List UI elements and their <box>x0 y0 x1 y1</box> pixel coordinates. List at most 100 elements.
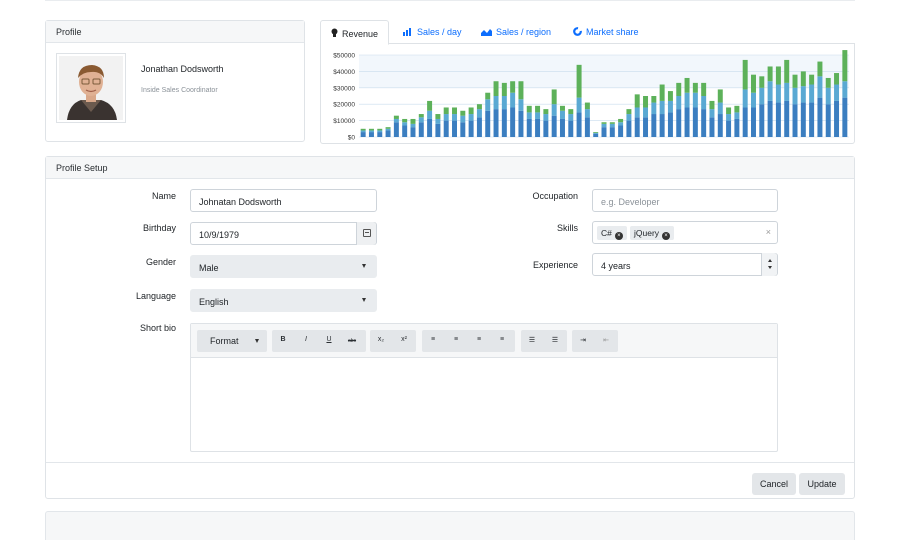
bar-segment[interactable] <box>775 84 781 103</box>
bar-segment[interactable] <box>584 102 590 110</box>
bar-segment[interactable] <box>526 105 532 113</box>
bar-segment[interactable] <box>485 110 491 137</box>
bar-segment[interactable] <box>825 104 831 137</box>
align-center-icon[interactable]: ≡ <box>445 330 467 352</box>
bar-segment[interactable] <box>609 122 615 124</box>
bar-segment[interactable] <box>676 109 682 137</box>
bar-segment[interactable] <box>518 110 524 137</box>
update-button[interactable]: Update <box>799 473 845 495</box>
bar-segment[interactable] <box>651 96 657 103</box>
bar-segment[interactable] <box>667 91 673 101</box>
bar-segment[interactable] <box>817 76 823 98</box>
bar-segment[interactable] <box>734 118 740 137</box>
bar-segment[interactable] <box>651 102 657 115</box>
bar-segment[interactable] <box>659 100 665 115</box>
bar-segment[interactable] <box>684 107 690 137</box>
bar-segment[interactable] <box>493 96 499 110</box>
bar-segment[interactable] <box>559 105 565 111</box>
bar-segment[interactable] <box>626 114 632 121</box>
bar-segment[interactable] <box>501 96 507 110</box>
bar-segment[interactable] <box>584 109 590 118</box>
bar-segment[interactable] <box>609 123 615 128</box>
bar-segment[interactable] <box>435 118 441 124</box>
format-dropdown[interactable]: Format <box>197 330 267 352</box>
bar-segment[interactable] <box>659 84 665 101</box>
numbered-list-icon[interactable]: ☰ <box>544 330 566 352</box>
bar-segment[interactable] <box>825 87 831 105</box>
bar-segment[interactable] <box>834 73 840 85</box>
bar-segment[interactable] <box>476 109 482 118</box>
bar-segment[interactable] <box>825 77 831 88</box>
tab-revenue[interactable]: Revenue <box>320 20 390 45</box>
bar-segment[interactable] <box>834 100 840 137</box>
occupation-field[interactable]: e.g. Developer <box>592 189 778 212</box>
bar-segment[interactable] <box>784 100 790 137</box>
bar-segment[interactable] <box>734 105 740 113</box>
bar-segment[interactable] <box>418 114 424 118</box>
bar-segment[interactable] <box>535 112 541 119</box>
bar-segment[interactable] <box>377 130 383 133</box>
remove-tag-icon[interactable]: × <box>614 232 623 240</box>
bar-segment[interactable] <box>759 76 765 88</box>
experience-field[interactable]: 4 years <box>592 253 778 276</box>
bar-segment[interactable] <box>601 122 607 124</box>
bar-segment[interactable] <box>518 99 524 111</box>
bar-segment[interactable] <box>667 112 673 137</box>
bar-segment[interactable] <box>427 100 433 111</box>
bar-segment[interactable] <box>717 89 723 103</box>
bar-segment[interactable] <box>385 128 391 131</box>
align-right-icon[interactable]: ≡ <box>468 330 490 352</box>
bar-segment[interactable] <box>726 107 732 115</box>
bar-segment[interactable] <box>643 107 649 118</box>
bar-segment[interactable] <box>618 125 624 137</box>
bar-segment[interactable] <box>368 132 374 137</box>
bar-segment[interactable] <box>443 120 449 137</box>
bar-segment[interactable] <box>559 110 565 119</box>
bar-segment[interactable] <box>809 74 815 85</box>
bar-segment[interactable] <box>402 125 408 137</box>
bar-segment[interactable] <box>593 132 599 133</box>
bar-segment[interactable] <box>427 118 433 137</box>
bar-segment[interactable] <box>493 81 499 96</box>
bar-segment[interactable] <box>543 109 549 115</box>
bar-segment[interactable] <box>809 84 815 103</box>
bar-segment[interactable] <box>800 71 806 87</box>
bar-segment[interactable] <box>709 100 715 110</box>
bar-segment[interactable] <box>568 114 574 121</box>
bar-segment[interactable] <box>360 128 366 131</box>
bar-segment[interactable] <box>692 107 698 137</box>
bar-segment[interactable] <box>751 74 756 93</box>
bar-segment[interactable] <box>667 100 673 113</box>
calendar-button[interactable] <box>356 222 376 245</box>
underline-button[interactable]: U <box>318 330 340 352</box>
bar-segment[interactable] <box>402 118 408 123</box>
bar-segment[interactable] <box>485 99 491 111</box>
bar-segment[interactable] <box>709 109 715 118</box>
bar-segment[interactable] <box>775 66 781 85</box>
bio-editor-content[interactable] <box>191 358 777 452</box>
bar-segment[interactable] <box>385 130 391 137</box>
bar-segment[interactable] <box>742 89 748 108</box>
outdent-icon[interactable]: ⇤ <box>595 330 617 352</box>
language-select[interactable]: English <box>190 289 377 312</box>
bar-segment[interactable] <box>767 66 773 82</box>
name-field[interactable]: Johnatan Dodsworth <box>190 189 377 212</box>
bar-segment[interactable] <box>701 109 707 137</box>
bar-segment[interactable] <box>759 87 765 105</box>
bar-segment[interactable] <box>767 100 773 137</box>
strikethrough-button[interactable]: abc <box>341 330 363 352</box>
bar-segment[interactable] <box>377 128 383 131</box>
bar-segment[interactable] <box>593 133 599 137</box>
bar-segment[interactable] <box>684 77 690 93</box>
bar-segment[interactable] <box>634 107 640 118</box>
bar-segment[interactable] <box>526 118 532 137</box>
bar-segment[interactable] <box>402 122 408 126</box>
bar-segment[interactable] <box>717 102 723 115</box>
bar-segment[interactable] <box>601 127 607 137</box>
bar-segment[interactable] <box>800 102 806 137</box>
bar-segment[interactable] <box>460 115 466 123</box>
tab-sales-day[interactable]: Sales / day <box>403 20 462 44</box>
italic-button[interactable]: I <box>295 330 317 352</box>
bar-segment[interactable] <box>701 82 707 96</box>
bar-segment[interactable] <box>751 107 756 137</box>
